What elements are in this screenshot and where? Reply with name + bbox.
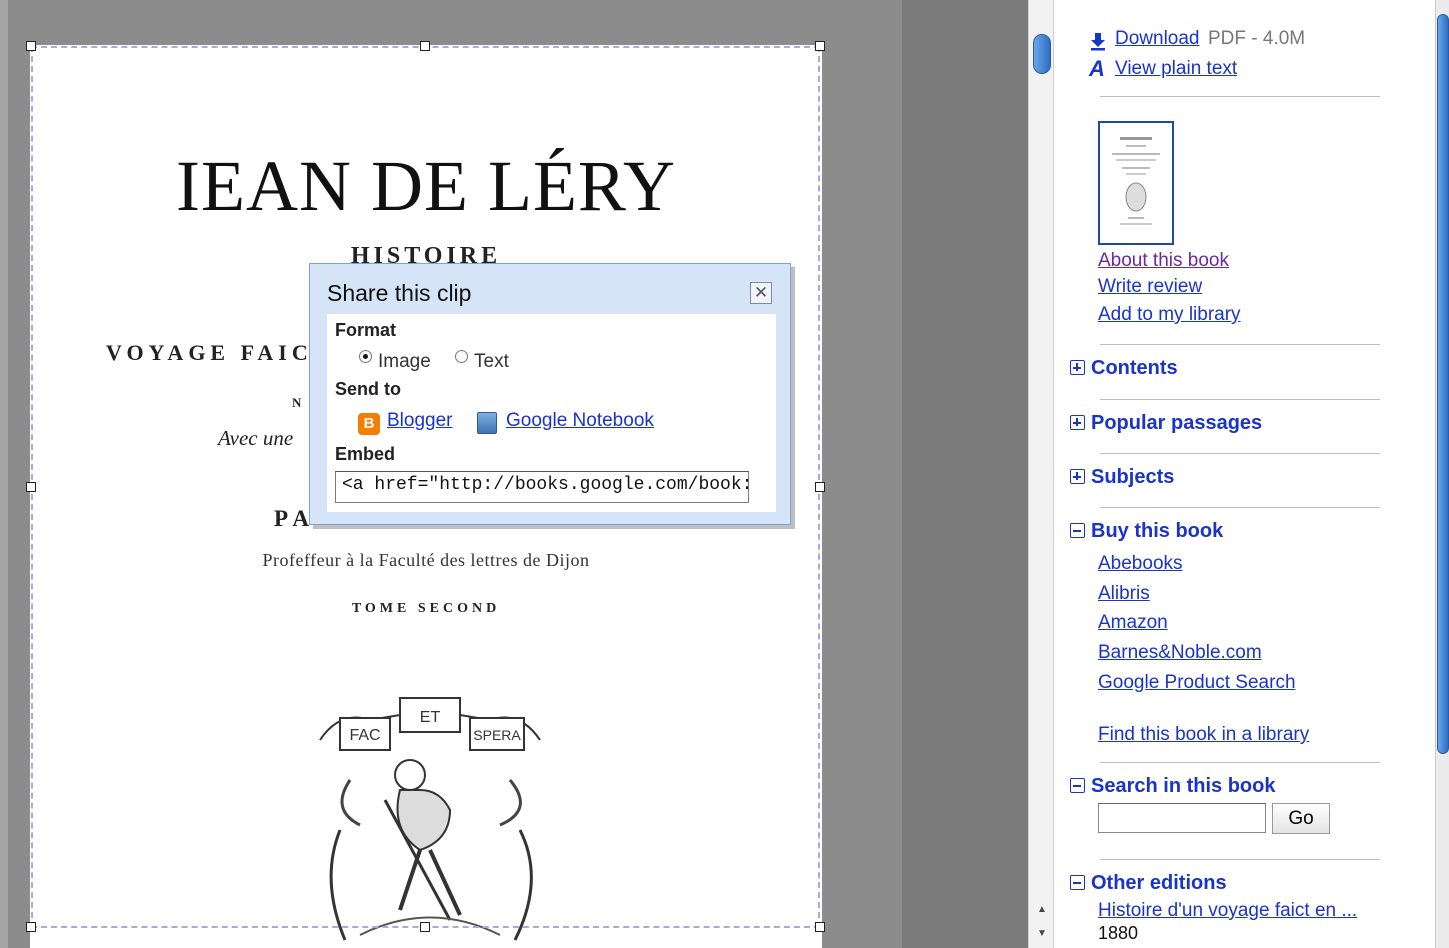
share-clip-dialog: Share this clip ✕ Format Image Text Send…: [309, 263, 791, 525]
clip-handle-top-right[interactable]: [815, 41, 825, 51]
plus-box-icon: [1070, 469, 1085, 484]
blogger-icon[interactable]: B: [358, 413, 380, 435]
viewer-scrollbar-thumb[interactable]: [1033, 34, 1051, 74]
scroll-up-arrow-icon[interactable]: ▲: [1029, 904, 1055, 915]
buy-link-google-product-search[interactable]: Google Product Search: [1098, 672, 1296, 694]
find-in-library-link[interactable]: Find this book in a library: [1098, 724, 1309, 746]
divider: [1100, 859, 1380, 860]
add-to-library-link[interactable]: Add to my library: [1098, 304, 1241, 326]
format-text-label: Text: [474, 351, 509, 372]
download-icon[interactable]: [1088, 31, 1108, 51]
other-editions-toggle[interactable]: Other editions: [1070, 872, 1227, 895]
notebook-icon[interactable]: [477, 412, 497, 434]
clip-handle-bottom[interactable]: [420, 922, 430, 932]
google-notebook-link[interactable]: Google Notebook: [506, 410, 654, 432]
viewer-right-margin: [902, 0, 1028, 948]
divider: [1100, 507, 1380, 508]
search-in-book-label: Search in this book: [1091, 775, 1276, 797]
minus-box-icon: [1070, 523, 1085, 538]
divider: [1100, 96, 1380, 97]
clip-handle-left[interactable]: [26, 482, 36, 492]
clip-handle-right[interactable]: [815, 482, 825, 492]
buy-this-book-toggle[interactable]: Buy this book: [1070, 520, 1223, 543]
text-icon: A: [1089, 56, 1105, 81]
format-text-radio[interactable]: Text: [455, 350, 509, 373]
send-to-label: Send to: [335, 379, 401, 399]
embed-code-field[interactable]: <a href="http://books.google.com/book:: [335, 471, 749, 503]
clip-handle-top-left[interactable]: [26, 41, 36, 51]
divider: [1100, 453, 1380, 454]
blogger-link[interactable]: Blogger: [387, 410, 453, 432]
scroll-down-arrow-icon[interactable]: ▼: [1029, 928, 1055, 939]
buy-link-alibris[interactable]: Alibris: [1098, 583, 1150, 605]
subjects-label: Subjects: [1091, 466, 1175, 488]
share-dialog-title: Share this clip: [327, 280, 472, 306]
contents-section-toggle[interactable]: Contents: [1070, 357, 1178, 380]
format-image-radio[interactable]: Image: [359, 350, 431, 373]
write-review-link[interactable]: Write review: [1098, 276, 1202, 298]
popular-passages-label: Popular passages: [1091, 412, 1263, 434]
subjects-toggle[interactable]: Subjects: [1070, 466, 1174, 489]
buy-link-barnes-noble[interactable]: Barnes&Noble.com: [1098, 642, 1262, 664]
other-editions-label: Other editions: [1091, 872, 1227, 894]
close-icon[interactable]: ✕: [750, 282, 772, 304]
popular-passages-toggle[interactable]: Popular passages: [1070, 412, 1262, 435]
book-sidebar: Download PDF - 4.0M A View plain text Ab…: [1055, 0, 1435, 948]
edition-link[interactable]: Histoire d'un voyage faict en ...: [1098, 900, 1357, 922]
minus-box-icon: [1070, 875, 1085, 890]
book-cover-thumbnail[interactable]: [1098, 121, 1174, 245]
embed-label: Embed: [335, 444, 396, 464]
search-in-book-toggle[interactable]: Search in this book: [1070, 775, 1275, 798]
clip-handle-top[interactable]: [420, 41, 430, 51]
radio-unselected-icon: [455, 350, 468, 363]
page-scrollbar[interactable]: [1435, 0, 1449, 948]
cover-thumbnail-image: [1112, 137, 1160, 225]
about-this-book-link[interactable]: About this book: [1098, 250, 1229, 272]
clip-handle-bottom-right[interactable]: [815, 922, 825, 932]
download-size: PDF - 4.0M: [1208, 28, 1306, 49]
minus-box-icon: [1070, 778, 1085, 793]
buy-link-amazon[interactable]: Amazon: [1098, 612, 1168, 634]
divider: [1100, 344, 1380, 345]
buy-this-book-label: Buy this book: [1091, 520, 1224, 542]
format-image-label: Image: [378, 351, 431, 372]
divider: [1100, 762, 1380, 763]
contents-section-label: Contents: [1091, 357, 1178, 379]
plus-box-icon: [1070, 415, 1085, 430]
plus-box-icon: [1070, 360, 1085, 375]
download-link[interactable]: Download: [1115, 28, 1200, 50]
clip-handle-bottom-left[interactable]: [26, 922, 36, 932]
edition-year: 1880: [1098, 923, 1139, 943]
buy-link-abebooks[interactable]: Abebooks: [1098, 553, 1183, 575]
viewer-left-edge: [0, 0, 8, 948]
search-in-book-input[interactable]: [1098, 803, 1266, 833]
format-label: Format: [335, 320, 397, 340]
divider: [1100, 399, 1380, 400]
viewer-scrollbar[interactable]: ▲ ▼: [1028, 0, 1054, 948]
page-scrollbar-thumb[interactable]: [1437, 14, 1449, 754]
radio-selected-icon: [359, 350, 372, 363]
view-plain-text-link[interactable]: View plain text: [1115, 58, 1237, 80]
search-go-button[interactable]: Go: [1272, 803, 1330, 834]
